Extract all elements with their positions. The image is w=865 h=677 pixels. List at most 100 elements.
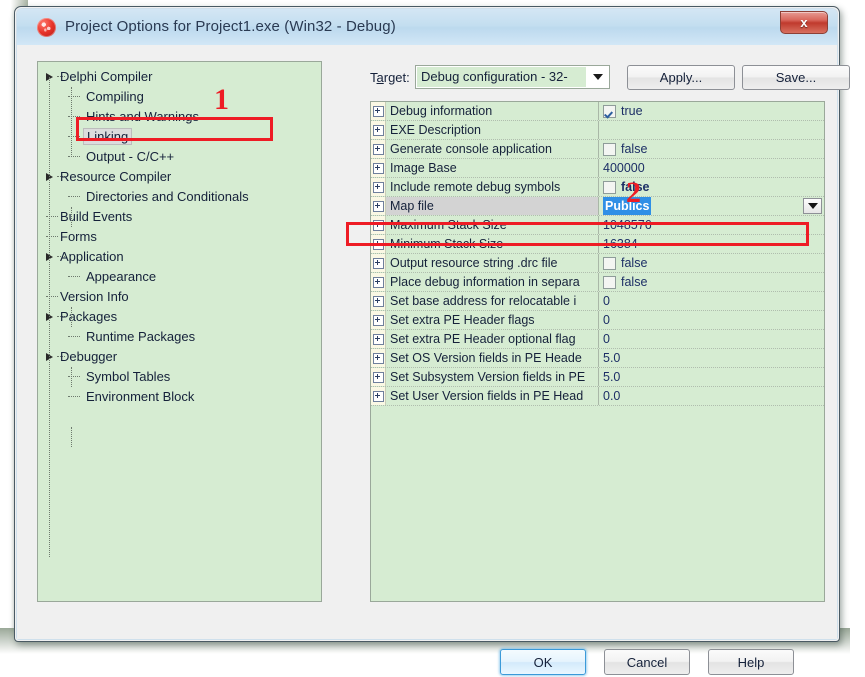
tree-item-build-events[interactable]: Build Events xyxy=(38,207,321,227)
tree-item-symbol-tables[interactable]: Symbol Tables xyxy=(38,367,321,387)
property-value[interactable]: 0 xyxy=(599,311,824,329)
property-grid[interactable]: Debug information true EXE Description Gene… xyxy=(370,101,825,602)
row-expander[interactable] xyxy=(371,254,386,272)
tree-item-linking[interactable]: Linking xyxy=(38,127,321,147)
tree-item-output-c-c[interactable]: Output - C/C++ xyxy=(38,147,321,167)
tree-item-forms[interactable]: Forms xyxy=(38,227,321,247)
property-name: Set User Version fields in PE Head xyxy=(386,387,599,405)
row-expander[interactable] xyxy=(371,178,386,196)
property-row[interactable]: Set User Version fields in PE Head 0.0 xyxy=(371,387,824,406)
row-expander[interactable] xyxy=(371,387,386,405)
tree-item-hints-and-warnings[interactable]: Hints and Warnings xyxy=(38,107,321,127)
tree-item-version-info[interactable]: Version Info xyxy=(38,287,321,307)
map-file-dropdown-button[interactable] xyxy=(803,198,822,214)
property-row[interactable]: Set OS Version fields in PE Heade 5.0 xyxy=(371,349,824,368)
property-value[interactable]: false xyxy=(599,178,824,196)
property-value[interactable]: false xyxy=(599,254,824,272)
row-expander[interactable] xyxy=(371,102,386,120)
row-expander[interactable] xyxy=(371,140,386,158)
tree-item-compiling[interactable]: Compiling xyxy=(38,87,321,107)
property-row[interactable]: Map file Publics xyxy=(371,197,824,216)
expander-triangle-icon[interactable] xyxy=(46,73,54,81)
row-expander[interactable] xyxy=(371,121,386,139)
property-row[interactable]: Output resource string .drc file false xyxy=(371,254,824,273)
tree-item-label: Environment Block xyxy=(86,389,195,404)
checkbox-icon[interactable] xyxy=(603,142,616,156)
property-value[interactable]: false xyxy=(599,140,824,158)
tree-item-packages[interactable]: Packages xyxy=(38,307,321,327)
expander-triangle-icon[interactable] xyxy=(46,313,54,321)
property-row[interactable]: Image Base 400000 xyxy=(371,159,824,178)
screenshot-root: Project Options for Project1.exe (Win32 … xyxy=(0,0,865,677)
property-name: Output resource string .drc file xyxy=(386,254,599,272)
property-value[interactable]: false xyxy=(599,273,824,291)
row-expander[interactable] xyxy=(371,159,386,177)
checkbox-icon[interactable] xyxy=(603,275,616,289)
row-expander[interactable] xyxy=(371,292,386,310)
row-expander[interactable] xyxy=(371,330,386,348)
property-row[interactable]: Debug information true xyxy=(371,102,824,121)
ok-button[interactable]: OK xyxy=(500,649,586,675)
tree-item-resource-compiler[interactable]: Resource Compiler xyxy=(38,167,321,187)
property-row[interactable]: Set extra PE Header flags 0 xyxy=(371,311,824,330)
property-value-text: 5.0 xyxy=(603,370,621,384)
tree-guideline xyxy=(71,367,72,387)
row-expander[interactable] xyxy=(371,197,386,215)
property-value[interactable]: 16384 xyxy=(599,235,824,253)
property-name: EXE Description xyxy=(386,121,599,139)
tree-item-directories-and-conditionals[interactable]: Directories and Conditionals xyxy=(38,187,321,207)
property-value-text: 0 xyxy=(603,332,610,346)
property-row[interactable]: Generate console application false xyxy=(371,140,824,159)
tree-item-application[interactable]: Application xyxy=(38,247,321,267)
checkbox-icon[interactable] xyxy=(603,104,616,118)
property-value[interactable]: 1048576 xyxy=(599,216,824,234)
expander-triangle-icon[interactable] xyxy=(46,253,54,261)
row-expander[interactable] xyxy=(371,311,386,329)
expander-triangle-icon[interactable] xyxy=(46,173,54,181)
property-value-text: 0.0 xyxy=(603,389,621,403)
property-value[interactable]: 0 xyxy=(599,292,824,310)
tree-item-delphi-compiler[interactable]: Delphi Compiler xyxy=(38,67,321,87)
row-expander[interactable] xyxy=(371,273,386,291)
expander-triangle-icon[interactable] xyxy=(46,353,54,361)
property-value[interactable]: 0 xyxy=(599,330,824,348)
tree-item-label: Debugger xyxy=(60,349,118,364)
tree-item-runtime-packages[interactable]: Runtime Packages xyxy=(38,327,321,347)
checkbox-icon[interactable] xyxy=(603,256,616,270)
close-button[interactable]: x xyxy=(780,11,828,34)
tree-connector xyxy=(46,296,58,297)
tree-item-debugger[interactable]: Debugger xyxy=(38,347,321,367)
chevron-down-icon[interactable] xyxy=(587,66,609,88)
property-row[interactable]: Set Subsystem Version fields in PE 5.0 xyxy=(371,368,824,387)
property-row[interactable]: Maximum Stack Size 1048576 xyxy=(371,216,824,235)
property-value[interactable] xyxy=(599,121,824,139)
row-expander[interactable] xyxy=(371,368,386,386)
apply-button[interactable]: Apply... xyxy=(627,65,735,90)
property-row[interactable]: Set base address for relocatable i 0 xyxy=(371,292,824,311)
property-value[interactable]: 400000 xyxy=(599,159,824,177)
cancel-button[interactable]: Cancel xyxy=(604,649,690,675)
property-value[interactable]: Publics xyxy=(599,197,824,215)
help-button[interactable]: Help xyxy=(708,649,794,675)
property-row[interactable]: Include remote debug symbols false xyxy=(371,178,824,197)
save-button[interactable]: Save... xyxy=(742,65,850,90)
property-value[interactable]: 0.0 xyxy=(599,387,824,405)
options-tree-panel[interactable]: Delphi Compiler Compiling Hints and Warnin… xyxy=(37,61,322,602)
checkbox-icon[interactable] xyxy=(603,180,616,194)
row-expander[interactable] xyxy=(371,235,386,253)
row-expander[interactable] xyxy=(371,349,386,367)
target-combobox[interactable]: Debug configuration - 32- xyxy=(415,65,610,89)
row-expander[interactable] xyxy=(371,216,386,234)
property-value[interactable]: 5.0 xyxy=(599,349,824,367)
property-value[interactable]: 5.0 xyxy=(599,368,824,386)
tree-item-label: Symbol Tables xyxy=(86,369,171,384)
tree-item-appearance[interactable]: Appearance xyxy=(38,267,321,287)
property-row[interactable]: Minimum Stack Size 16384 xyxy=(371,235,824,254)
property-row[interactable]: EXE Description xyxy=(371,121,824,140)
property-value[interactable]: true xyxy=(599,102,824,120)
tree-item-environment-block[interactable]: Environment Block xyxy=(38,387,321,407)
property-row[interactable]: Set extra PE Header optional flag 0 xyxy=(371,330,824,349)
tree-item-label: Resource Compiler xyxy=(60,169,172,184)
plus-icon xyxy=(372,295,384,307)
property-row[interactable]: Place debug information in separa false xyxy=(371,273,824,292)
